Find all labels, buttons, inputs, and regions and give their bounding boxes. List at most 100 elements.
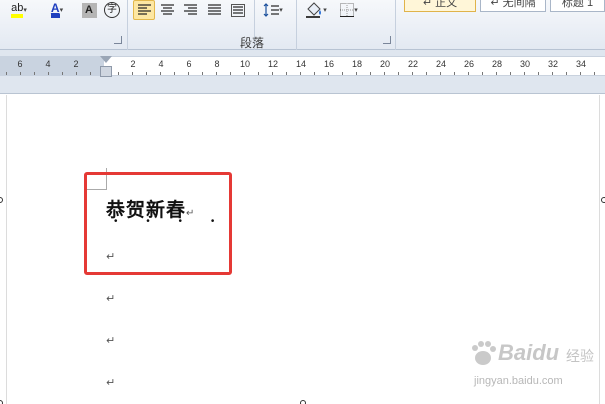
ruler-tick — [510, 72, 511, 75]
dropdown-arrow-icon: ▾ — [279, 7, 283, 14]
watermark-url: jingyan.baidu.com — [474, 375, 563, 387]
align-center-button[interactable] — [157, 0, 177, 20]
font-color-icon: A — [50, 2, 60, 18]
ruler-tick — [6, 72, 7, 75]
ruler-tick — [118, 72, 119, 75]
left-indent-marker[interactable] — [100, 66, 112, 77]
paragraph-mark-icon[interactable]: ↵ — [106, 292, 115, 305]
font-dialog-launcher[interactable] — [114, 36, 122, 44]
paragraph-group-label: 段落 — [240, 36, 265, 50]
align-right-icon — [183, 4, 197, 15]
enclose-characters-button[interactable]: 字 — [102, 0, 122, 20]
dropdown-arrow-icon: ▾ — [323, 7, 327, 14]
line-spacing-icon — [263, 3, 280, 17]
ruler-tick-label: 26 — [463, 59, 475, 69]
page-edge — [599, 95, 600, 404]
ruler-tick — [34, 72, 35, 75]
ruler-tick — [426, 72, 427, 75]
paragraph-mark-icon[interactable]: ↵ — [106, 376, 115, 389]
ruler-tick — [552, 72, 553, 75]
ruler-tick-label: 20 — [379, 59, 391, 69]
line-spacing-button[interactable]: ▾ — [260, 0, 286, 20]
style-normal[interactable]: ↵ 正文 — [404, 0, 476, 12]
ruler-tick — [300, 72, 301, 75]
ruler-tick-label: 16 — [323, 59, 335, 69]
enclose-characters-icon: 字 — [104, 2, 120, 18]
ruler-tick-label: 34 — [575, 59, 587, 69]
paragraph-dialog-launcher[interactable] — [383, 36, 391, 44]
borders-icon — [340, 3, 355, 17]
ruler-tick — [594, 72, 595, 75]
watermark-brand: Baidu — [498, 340, 560, 365]
ribbon-separator — [296, 0, 297, 50]
ruler-tick-label: 2 — [130, 59, 136, 69]
font-color-button[interactable]: A ▾ — [44, 0, 70, 20]
ruler-tick-label: 10 — [239, 59, 251, 69]
ruler-tick — [76, 72, 77, 75]
resize-handle[interactable] — [300, 400, 306, 404]
ruler-tick — [342, 72, 343, 75]
ruler-tick — [160, 72, 161, 75]
ruler-tick-label: 8 — [214, 59, 220, 69]
ruler-tick — [398, 72, 399, 75]
align-left-button[interactable] — [133, 0, 155, 20]
justify-button[interactable] — [204, 0, 224, 20]
paw-logo-icon — [472, 341, 496, 365]
ruler-tick — [272, 72, 273, 75]
align-center-icon — [160, 4, 174, 15]
dropdown-arrow-icon: ▾ — [59, 7, 64, 14]
baidu-watermark: Baidu 经验 jingyan.baidu.com — [468, 338, 598, 398]
ruler-tick-label: 14 — [295, 59, 307, 69]
ruler-tick-label: 24 — [435, 59, 447, 69]
watermark-cn: 经验 — [566, 348, 594, 364]
ruler-tick — [482, 72, 483, 75]
style-heading1[interactable]: 标题 1 — [550, 0, 605, 12]
ruler-tick — [188, 72, 189, 75]
distributed-button[interactable] — [228, 0, 248, 20]
ruler-tick — [90, 72, 91, 75]
ruler-tick — [174, 72, 175, 75]
dropdown-arrow-icon: ▾ — [23, 7, 27, 14]
ruler-tick-label: 6 — [17, 59, 23, 69]
ruler-tick — [468, 72, 469, 75]
ruler-tick — [132, 72, 133, 75]
ruler-tick-label: 12 — [267, 59, 279, 69]
ruler-tick — [216, 72, 217, 75]
ruler-tick — [566, 72, 567, 75]
ruler-tick-label: 6 — [186, 59, 192, 69]
highlighter-icon: ab — [11, 2, 24, 18]
style-no-spacing[interactable]: ↵ 无间隔 — [480, 0, 546, 12]
character-shading-button[interactable]: A — [80, 0, 98, 20]
ruler-tick — [412, 72, 413, 75]
character-shading-icon: A — [81, 2, 97, 18]
ribbon: ab ▾ A ▾ A 字 ▾ ▾ ▾ 段落 ↵ 正文 ↵ 无间隔 标题 1 — [0, 0, 605, 50]
red-highlight-box — [84, 172, 232, 275]
ribbon-separator — [127, 0, 128, 50]
first-line-indent-marker[interactable] — [100, 56, 112, 63]
ruler-tick-label: 4 — [45, 59, 51, 69]
horizontal-ruler[interactable]: 6 4 2 2 4 6 8 10 12 14 16 18 20 22 24 26 28 30 32 34 — [0, 50, 605, 94]
ruler-tick — [286, 72, 287, 75]
ruler-tick — [580, 72, 581, 75]
dropdown-arrow-icon: ▾ — [354, 7, 358, 14]
distributed-icon — [231, 3, 245, 17]
ruler-tick — [48, 72, 49, 75]
resize-handle[interactable] — [0, 400, 3, 404]
paragraph-mark-icon[interactable]: ↵ — [106, 334, 115, 347]
ruler-tick — [62, 72, 63, 75]
shading-button[interactable]: ▾ — [302, 0, 330, 20]
borders-button[interactable]: ▾ — [336, 0, 362, 20]
ruler-tick — [538, 72, 539, 75]
ruler-tick — [258, 72, 259, 75]
highlight-color-button[interactable]: ab ▾ — [6, 0, 32, 20]
resize-handle[interactable] — [601, 197, 605, 203]
ruler-tick — [328, 72, 329, 75]
ruler-tick — [356, 72, 357, 75]
ruler-tick — [20, 72, 21, 75]
ruler-margin — [0, 56, 104, 76]
ruler-tick — [454, 72, 455, 75]
ruler-tick — [370, 72, 371, 75]
ruler-tick — [314, 72, 315, 75]
justify-icon — [207, 4, 221, 15]
align-right-button[interactable] — [180, 0, 200, 20]
